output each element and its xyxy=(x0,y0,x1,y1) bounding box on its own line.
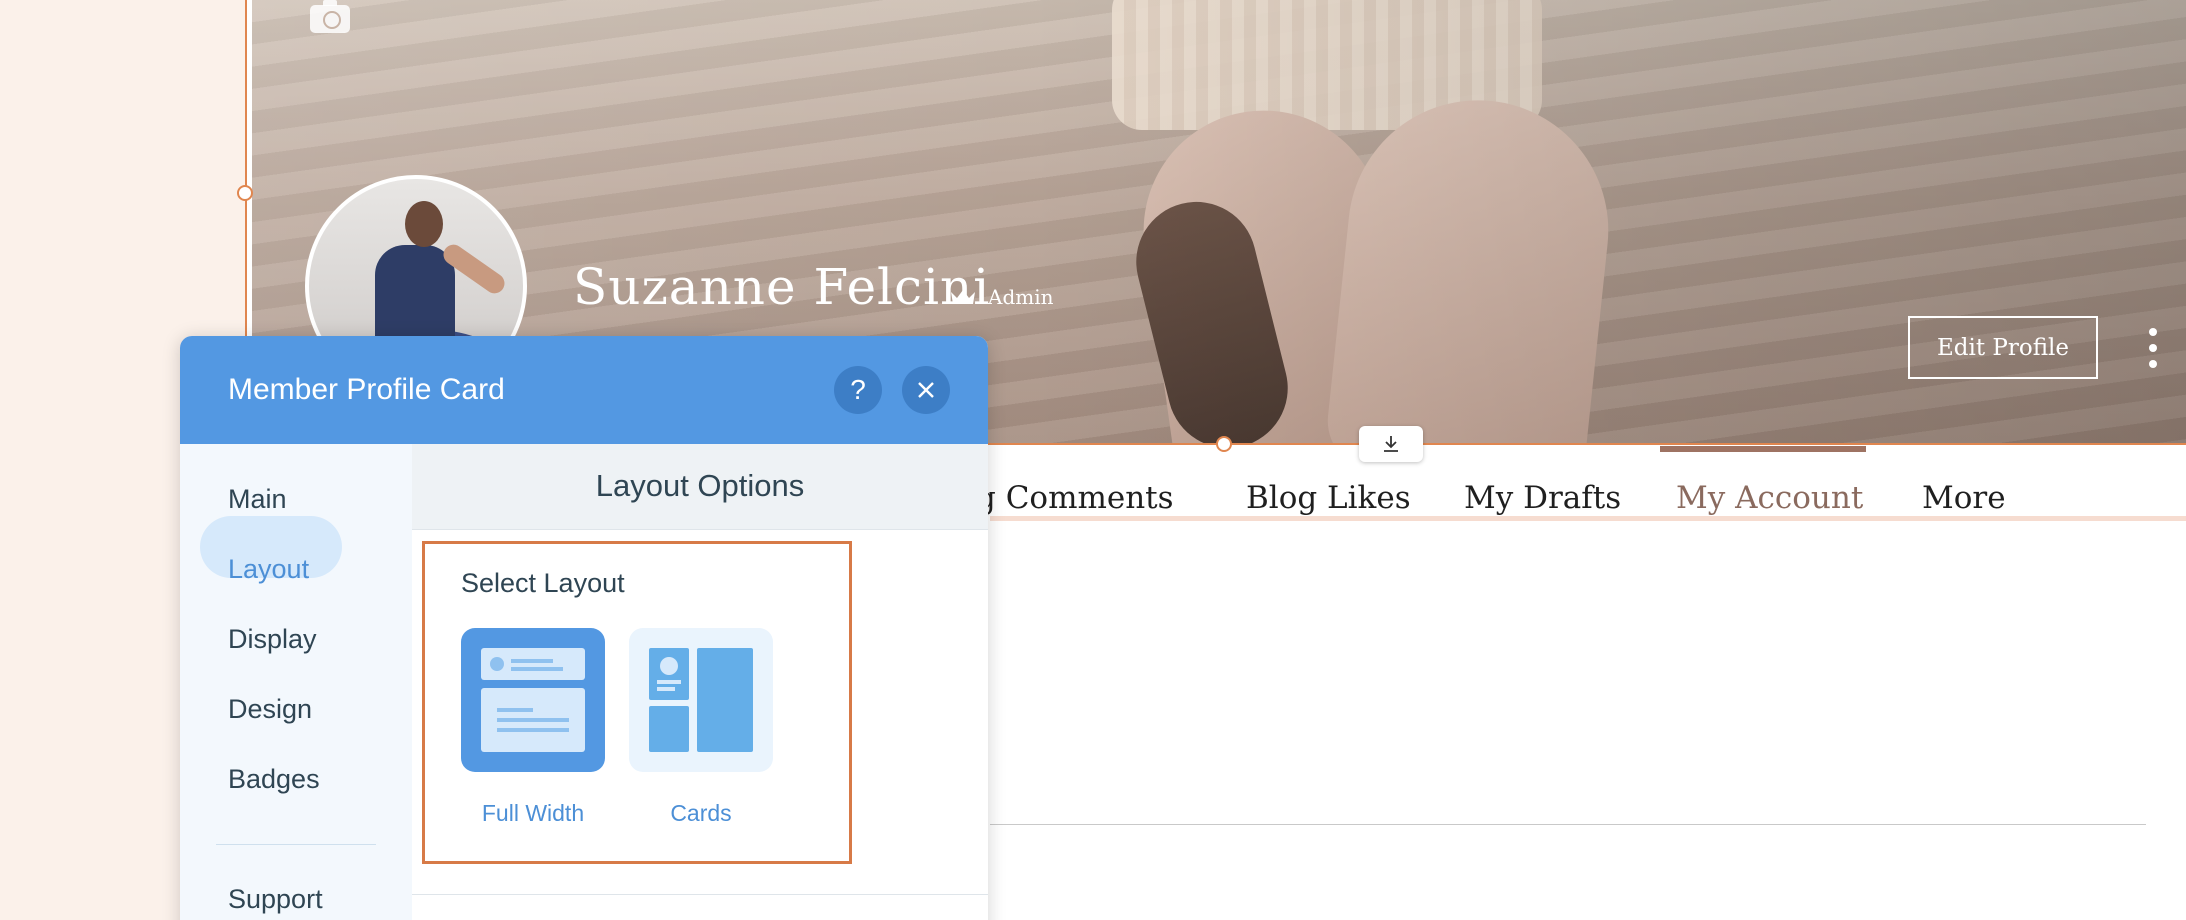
content-divider xyxy=(990,824,2146,825)
avatar-head xyxy=(405,201,443,247)
profile-name: Suzanne Felcini xyxy=(573,258,991,316)
nav-design[interactable]: Design xyxy=(228,694,312,725)
resize-handle-left[interactable] xyxy=(237,185,253,201)
active-tab-indicator xyxy=(1660,446,1866,452)
layout-full-width-label[interactable]: Full Width xyxy=(461,800,605,827)
layout-cards-option[interactable] xyxy=(629,628,773,772)
layout-cards-label[interactable]: Cards xyxy=(629,800,773,827)
panel-content: Layout Options Select Layout Full Width xyxy=(412,444,988,920)
download-icon xyxy=(1384,436,1398,452)
role-badge: Admin xyxy=(988,285,1054,309)
close-icon xyxy=(918,382,934,398)
tab-my-drafts[interactable]: My Drafts xyxy=(1464,480,1621,516)
nav-display[interactable]: Display xyxy=(228,624,317,655)
nav-main[interactable]: Main xyxy=(228,484,287,515)
select-layout-label: Select Layout xyxy=(461,568,625,598)
panel-sidebar: Main Layout Display Design Badges Suppor… xyxy=(180,444,412,920)
nav-separator xyxy=(216,844,376,845)
resize-handle-bottom[interactable] xyxy=(1216,436,1232,452)
content-separator xyxy=(412,894,988,895)
edit-profile-button[interactable]: Edit Profile xyxy=(1908,316,2098,379)
tab-more[interactable]: More xyxy=(1922,480,2006,516)
camera-icon[interactable] xyxy=(310,0,350,33)
cards-layout-icon xyxy=(649,648,753,752)
panel-header[interactable]: Member Profile Card ? xyxy=(180,336,988,444)
select-layout-group: Select Layout Full Width Cards xyxy=(422,541,852,864)
panel-title: Member Profile Card xyxy=(228,373,505,406)
crown-icon xyxy=(951,290,975,304)
nav-support[interactable]: Support xyxy=(228,884,323,915)
nav-layout[interactable]: Layout xyxy=(228,554,309,585)
layout-options-header: Layout Options xyxy=(412,444,988,530)
tab-blog-comments[interactable]: g Comments xyxy=(976,480,1174,516)
question-icon: ? xyxy=(850,374,866,405)
close-button[interactable] xyxy=(902,366,950,414)
vertical-dots-icon[interactable] xyxy=(2145,328,2161,368)
help-button[interactable]: ? xyxy=(834,366,882,414)
layout-options-title: Layout Options xyxy=(595,468,805,503)
nav-badges[interactable]: Badges xyxy=(228,764,320,795)
full-width-layout-icon xyxy=(481,648,585,752)
tab-blog-likes[interactable]: Blog Likes xyxy=(1246,480,1411,516)
download-button[interactable] xyxy=(1359,426,1423,462)
tabbar-underline xyxy=(990,516,2186,521)
tab-my-account[interactable]: My Account xyxy=(1676,480,1863,516)
member-profile-card-panel: Member Profile Card ? Main Layout Displa… xyxy=(180,336,988,920)
layout-full-width-option[interactable] xyxy=(461,628,605,772)
